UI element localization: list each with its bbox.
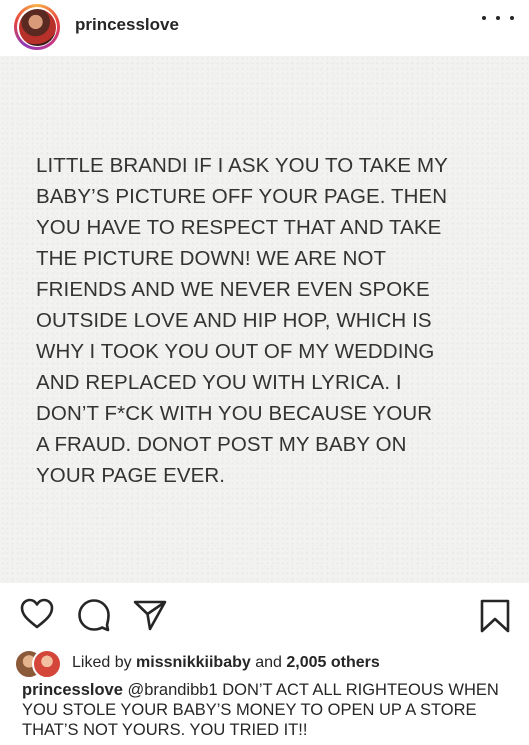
- dot: [510, 16, 514, 20]
- profile-avatar[interactable]: [14, 4, 60, 50]
- likes-row: Liked by missnikkiibaby and 2,005 others: [14, 648, 380, 679]
- dot: [482, 16, 486, 20]
- liker-avatars[interactable]: [14, 649, 72, 679]
- comment-icon[interactable]: [77, 598, 111, 632]
- send-icon[interactable]: [133, 598, 167, 632]
- caption-username[interactable]: princesslove: [22, 681, 123, 699]
- action-bar: [0, 583, 529, 645]
- post-image[interactable]: LITTLE BRANDI IF I ASK YOU TO TAKE MY BA…: [0, 56, 529, 583]
- likes-prefix: Liked by: [72, 654, 132, 671]
- dot: [496, 16, 500, 20]
- heart-icon[interactable]: [20, 598, 54, 630]
- likes-and: and: [255, 654, 282, 671]
- more-options-icon[interactable]: [482, 6, 514, 30]
- bookmark-icon[interactable]: [479, 598, 511, 634]
- liker-avatar: [32, 649, 62, 679]
- likes-count[interactable]: 2,005 others: [286, 654, 379, 671]
- liker-username[interactable]: missnikkiibaby: [136, 654, 251, 671]
- avatar-photo: [18, 8, 56, 46]
- caption: princesslove @brandibb1 DON’T ACT ALL RI…: [22, 680, 522, 740]
- post-header: princesslove: [0, 0, 529, 56]
- likes-text: Liked by missnikkiibaby and 2,005 others: [72, 654, 380, 672]
- post-text: LITTLE BRANDI IF I ASK YOU TO TAKE MY BA…: [36, 154, 448, 487]
- avatar-ring: [17, 7, 57, 47]
- post-username[interactable]: princesslove: [75, 15, 179, 35]
